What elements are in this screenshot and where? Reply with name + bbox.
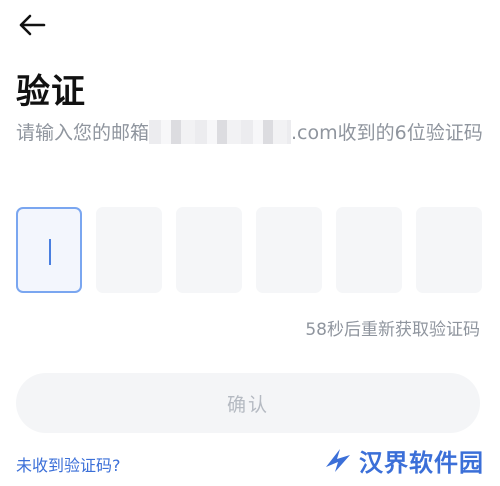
code-digit-1[interactable] — [16, 207, 82, 293]
resend-countdown: 58秒后重新获取验证码 — [305, 320, 480, 340]
code-digit-5[interactable] — [336, 207, 402, 293]
confirm-button[interactable]: 确认 — [16, 373, 480, 433]
masked-email — [149, 120, 292, 144]
text-cursor — [49, 239, 51, 265]
page-title: 验证 — [16, 72, 86, 112]
instruction-suffix: 收到的6位验证码 — [337, 122, 483, 144]
code-digit-4[interactable] — [256, 207, 322, 293]
watermark: 汉界软件园 — [323, 442, 484, 478]
instruction-text: 请输入您的邮箱 .com收到的6位验证码 — [16, 118, 484, 148]
code-digit-3[interactable] — [176, 207, 242, 293]
arrow-left-icon — [19, 14, 46, 36]
watermark-text: 汉界软件园 — [359, 448, 484, 477]
no-code-received-link[interactable]: 未收到验证码? — [16, 455, 121, 477]
back-button[interactable] — [14, 8, 50, 42]
email-suffix: .com — [291, 122, 338, 144]
instruction-prefix: 请输入您的邮箱 — [16, 122, 150, 144]
brand-logo-icon — [326, 449, 350, 472]
code-digit-6[interactable] — [416, 207, 482, 293]
verification-code-input[interactable] — [16, 207, 484, 295]
code-digit-2[interactable] — [96, 207, 162, 293]
